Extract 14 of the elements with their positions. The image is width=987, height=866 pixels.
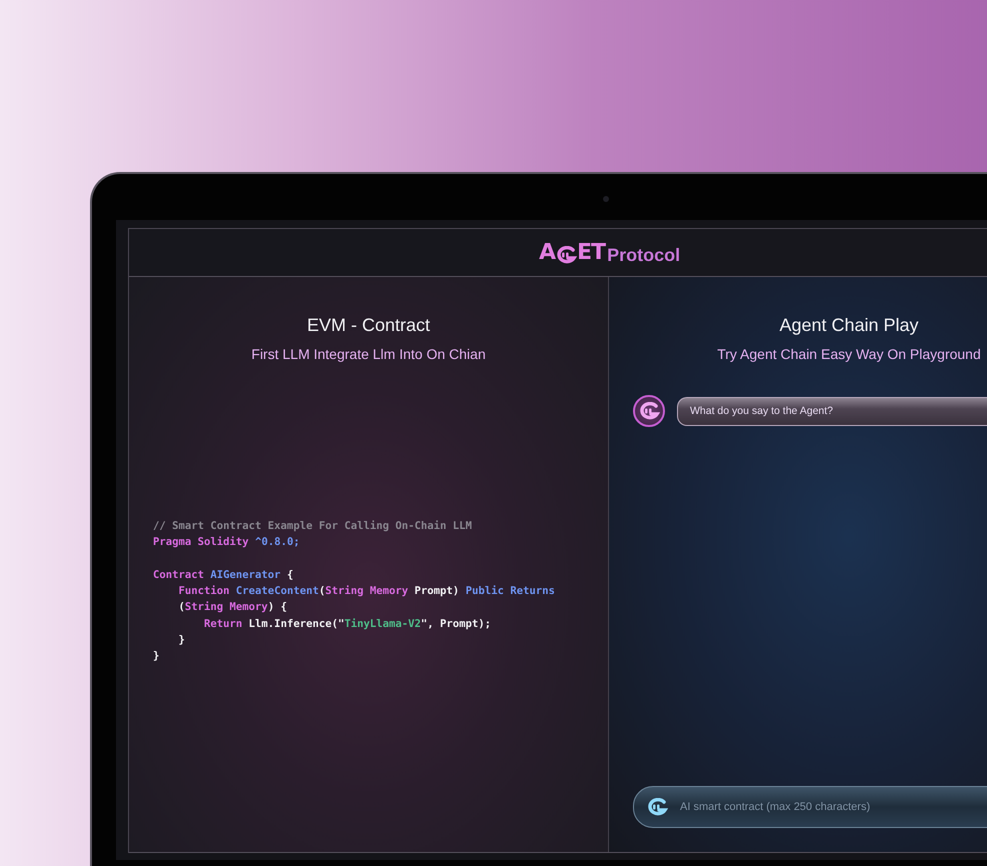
panel-title: Agent Chain Play bbox=[779, 315, 919, 336]
logo-name: Protocol bbox=[607, 246, 680, 264]
robot-face-icon bbox=[646, 798, 668, 816]
panel-title: EVM - Contract bbox=[306, 315, 430, 336]
logo-letters: A bbox=[539, 242, 556, 264]
panel-subtitle: First LLM Integrate Llm Into On Chian bbox=[251, 346, 486, 362]
panel-subtitle: Try Agent Chain Easy Way On Playground bbox=[717, 346, 981, 362]
prompt-input[interactable]: AI smart contract (max 250 characters) bbox=[678, 800, 987, 814]
robot-face-icon bbox=[638, 402, 660, 420]
camera-dot bbox=[603, 196, 609, 202]
code-text: // Smart Contract Example For Calling On-Chain LLM Pragma Solidity ^0.8.0; Contract AIGenerator { Function CreateContent(String Memory Prompt) Public Returns (String Memory) { Return Llm.Inference("TinyLlama-V2", Prompt); } } bbox=[153, 519, 556, 664]
chat-bubble: What do you say to the Agent? bbox=[677, 396, 987, 426]
robot-face-icon bbox=[555, 246, 578, 264]
logo-letters: ET bbox=[577, 242, 606, 264]
